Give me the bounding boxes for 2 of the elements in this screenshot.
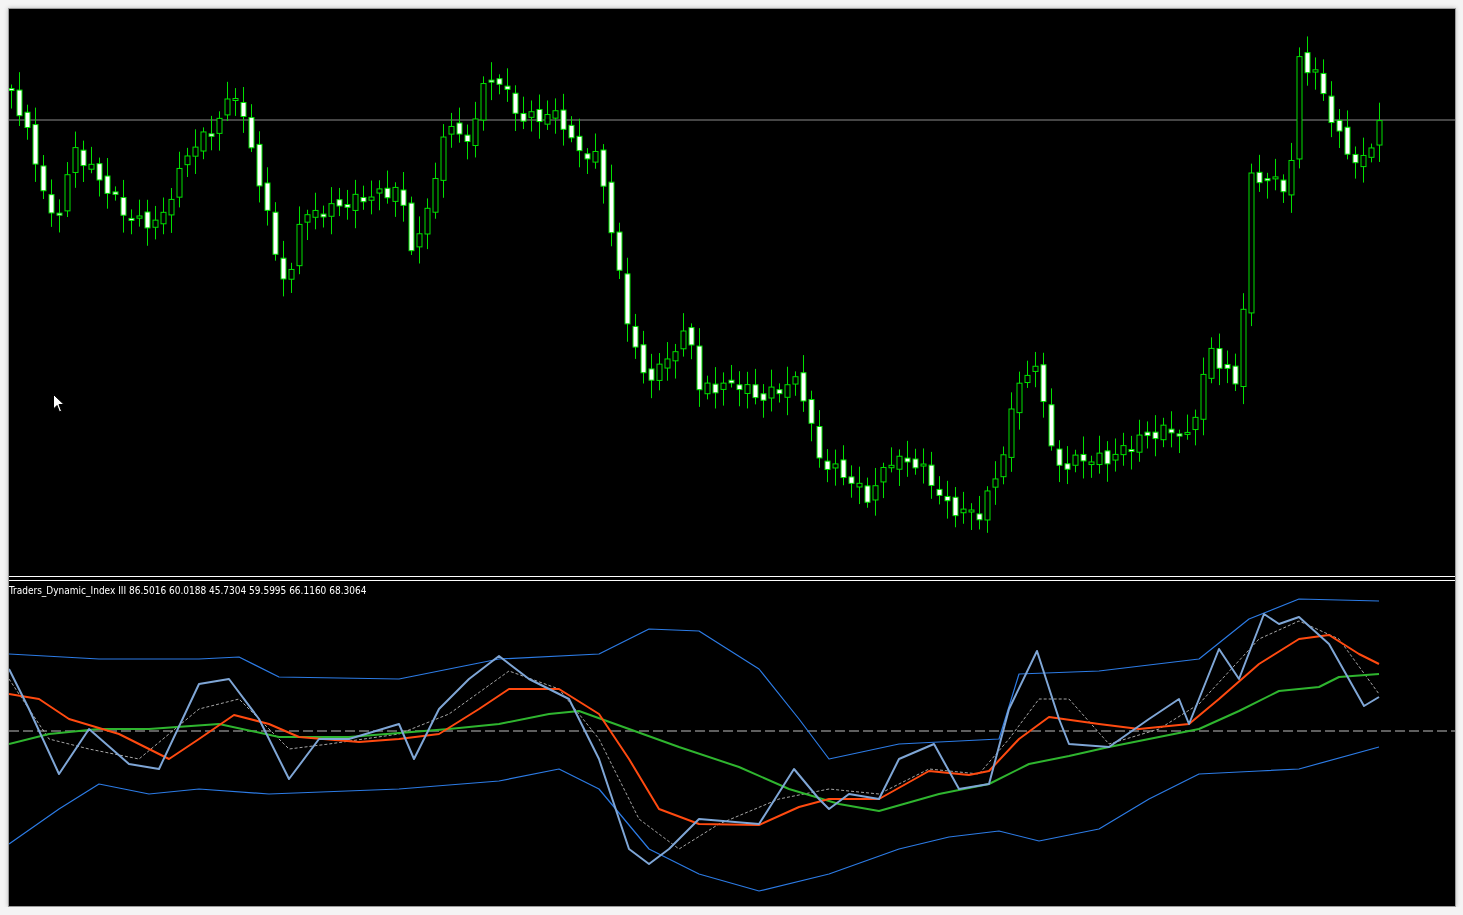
indicator-label: Traders_Dynamic_Index III 86.5016 60.0188 45.7304 59.5995 66.1160 68.3064 — [9, 584, 367, 597]
cursor-icon — [53, 394, 65, 413]
